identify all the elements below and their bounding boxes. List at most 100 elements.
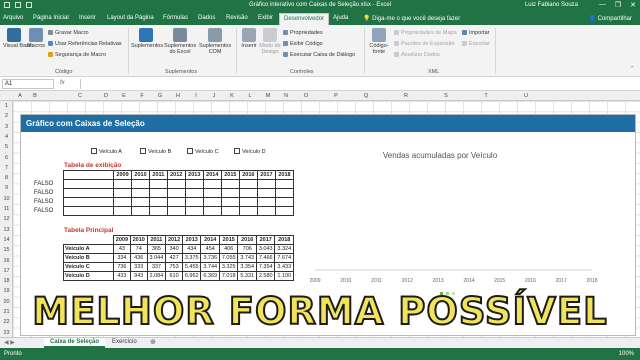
table-cell[interactable]: 433 [113,271,131,281]
table-cell[interactable] [184,206,204,216]
table-cell[interactable] [166,179,186,189]
column-header[interactable]: O [300,93,312,99]
column-header[interactable]: B [29,93,41,99]
tab-desenvolvedor[interactable]: Desenvolvedor [279,13,330,25]
row-header[interactable]: 9 [0,185,13,191]
column-header[interactable]: G [154,93,166,99]
sheet-nav-arrows[interactable]: ◀ ▶ [4,339,15,346]
table-cell[interactable]: 7.674 [274,253,294,263]
table-cell[interactable]: 2.084 [146,271,167,281]
row-header[interactable]: 2 [0,113,13,119]
checkbox-box[interactable] [91,148,97,154]
table-cell[interactable]: 3.375 [181,253,202,263]
zoom-level[interactable]: 100% [619,351,634,357]
table-cell[interactable]: 5.455 [181,262,202,272]
table-cell[interactable]: 334 [113,253,131,263]
column-header[interactable]: H [172,93,184,99]
com-addins-button[interactable]: Suplementos COM [199,28,231,55]
insert-control-button[interactable]: Inserir [240,28,258,49]
row-header[interactable]: 1 [0,103,13,109]
tab-dados[interactable]: Dados [198,15,215,21]
table-cell[interactable] [112,179,133,189]
table-cell[interactable]: 943 [129,271,148,281]
checkbox-vehicle-b[interactable]: Veículo B [140,148,171,155]
table-cell[interactable]: 74 [129,244,148,254]
table-cell[interactable] [238,179,258,189]
add-sheet-icon[interactable]: ⊕ [150,338,156,346]
sheet-tab-exercicio[interactable]: Exercício [106,338,143,348]
table-cell[interactable] [256,179,276,189]
row-header[interactable]: 10 [0,196,13,202]
row-header[interactable]: 8 [0,175,13,181]
table-cell[interactable] [131,179,151,189]
checkbox-vehicle-c[interactable]: Veículo C [187,148,219,155]
export-button[interactable]: Exportar [462,41,490,47]
column-header[interactable]: C [74,93,86,99]
table-cell[interactable] [131,206,151,216]
column-header[interactable]: N [280,93,292,99]
row-header[interactable]: 14 [0,237,13,243]
restore-button[interactable]: ❐ [615,1,621,9]
row-header[interactable]: 13 [0,227,13,233]
checkbox-box[interactable] [140,148,146,154]
macro-security-button[interactable]: Segurança de Macro [48,52,106,58]
sales-chart[interactable]: Vendas acumuladas por Veículo 1111111111… [310,146,600,296]
table-cell[interactable]: 3.433 [274,262,294,272]
tab-revisão[interactable]: Revisão [226,15,248,21]
table-cell[interactable]: 3.324 [274,244,294,254]
map-properties-button[interactable]: Propriedades de Mapa [394,30,457,36]
table-cell[interactable]: 1.100 [274,271,294,281]
row-header[interactable]: 6 [0,155,13,161]
table-cell[interactable] [274,206,295,216]
table-cell[interactable] [112,188,133,198]
run-dialog-button[interactable]: Executar Caixa de Diálogo [283,52,355,58]
table-cell[interactable] [184,179,204,189]
table-cell[interactable]: 337 [146,262,167,272]
macros-button[interactable]: Macros [27,28,45,49]
table-cell[interactable] [184,197,204,207]
refresh-data-button[interactable]: Atualizar Dados [394,52,440,58]
row-header[interactable]: 3 [0,124,13,130]
close-button[interactable]: ✕ [630,1,636,9]
table-cell[interactable]: 6.369 [200,271,220,281]
table-cell[interactable] [166,197,186,207]
table-cell[interactable]: 736 [113,262,131,272]
column-header[interactable]: J [208,93,220,99]
table-cell[interactable] [256,188,276,198]
table-cell[interactable] [220,179,240,189]
record-macro-button[interactable]: Gravar Macro [48,30,89,36]
row-header[interactable]: 18 [0,278,13,284]
sheet-tab-caixa-selecao[interactable]: Caixa de Seleção [44,338,106,348]
function-icon[interactable]: fx [60,80,65,86]
checkbox-box[interactable] [234,148,240,154]
table-cell[interactable]: 3.744 [200,262,220,272]
table-cell[interactable]: 3.354 [237,262,257,272]
table-cell[interactable]: 3.325 [218,262,239,272]
table-cell[interactable]: 333 [129,262,148,272]
tab-exibir[interactable]: Exibir [258,15,273,21]
table-cell[interactable] [220,206,240,216]
table-cell[interactable] [220,188,240,198]
design-mode-button[interactable]: Modo de Design [259,28,281,55]
table-cell[interactable] [256,197,276,207]
share-button[interactable]: 👤 Compartilhar [589,15,633,22]
column-header[interactable]: D [100,93,112,99]
column-header[interactable]: K [226,93,238,99]
row-header[interactable]: 16 [0,258,13,264]
table-cell[interactable]: 427 [165,253,183,263]
table-cell[interactable] [202,197,222,207]
table-cell[interactable]: 434 [181,244,202,254]
source-button[interactable]: Código-fonte [368,28,390,55]
table-cell[interactable] [202,188,222,198]
formula-input[interactable] [80,79,636,89]
tell-me-search[interactable]: 💡 Diga-me o que você deseja fazer [363,15,460,22]
table-cell[interactable] [238,197,258,207]
table-cell[interactable]: 43 [113,244,131,254]
table-cell[interactable] [202,206,222,216]
row-header[interactable]: 11 [0,206,13,212]
column-header[interactable]: Q [360,93,372,99]
column-header[interactable]: S [440,93,452,99]
column-header[interactable]: L [244,93,256,99]
row-header[interactable]: 15 [0,247,13,253]
expansion-packs-button[interactable]: Pacotes de Expansão [394,41,455,47]
